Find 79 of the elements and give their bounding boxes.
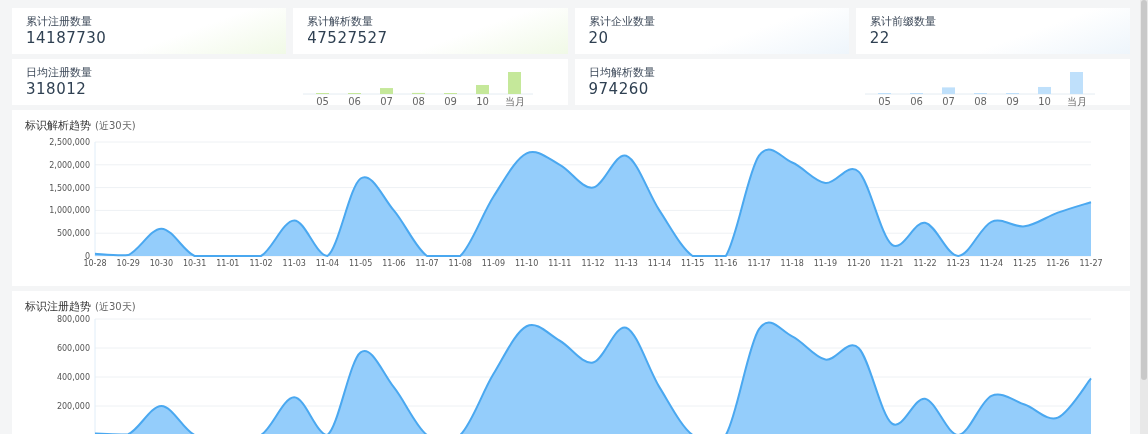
axis-label: 08	[411, 96, 425, 107]
axis-label: 05	[878, 96, 891, 107]
axis-label: 11-22	[913, 259, 937, 268]
axis-label: 11-27	[1079, 259, 1103, 268]
axis-label: 11-04	[315, 259, 339, 268]
axis-label: 当月	[504, 96, 524, 107]
scrollbar[interactable]	[1140, 0, 1148, 434]
bar	[1038, 86, 1051, 94]
axis-label: 10-30	[149, 259, 173, 268]
axis-label: 11-16	[714, 259, 738, 268]
axis-label: 800,000	[56, 315, 90, 324]
axis-label: 600,000	[56, 344, 90, 353]
axis-label: 11-20	[846, 259, 871, 268]
axis-label: 1,000,000	[49, 206, 90, 216]
axis-label: 09	[443, 96, 457, 107]
stat-label: 日均注册数量	[26, 65, 92, 79]
stat-value: 318012	[26, 79, 88, 99]
axis-label: 11-23	[946, 259, 970, 268]
axis-label: 11-11	[548, 259, 572, 268]
axis-label: 11-12	[581, 259, 605, 268]
axis-label: 06	[347, 96, 361, 107]
axis-label: 11-13	[614, 259, 638, 268]
axis-label: 11-02	[249, 259, 273, 268]
bar	[507, 72, 521, 94]
axis-label: 10-28	[83, 259, 107, 268]
axis-label: 11-14	[647, 259, 672, 268]
chart-note: (近30天)	[95, 119, 136, 133]
axis-label: 10	[475, 96, 489, 107]
axis-label: 2,500,000	[49, 138, 90, 147]
stat-label: 累计前缀数量	[869, 14, 937, 28]
chart-title: 标识解析趋势	[25, 118, 91, 133]
stat-value: 974260	[588, 79, 650, 99]
axis-label: 400,000	[56, 373, 90, 382]
axis-label: 0	[84, 252, 90, 261]
bar	[942, 87, 955, 94]
axis-label: 11-19	[813, 259, 838, 268]
axis-label: 07	[379, 96, 393, 107]
axis-label: 05	[315, 96, 329, 107]
scrollbar-thumb[interactable]	[1141, 0, 1147, 380]
stat-label: 累计注册数量	[26, 14, 93, 28]
axis-label: 200,000	[56, 402, 90, 411]
bar	[379, 88, 393, 94]
stat-label: 日均解析数量	[588, 65, 655, 79]
axis-label: 11-08	[448, 259, 472, 268]
stat-label: 累计解析数量	[307, 14, 375, 28]
axis-label: 10-31	[183, 259, 207, 268]
axis-label: 500,000	[56, 229, 90, 239]
axis-label: 07	[942, 96, 955, 107]
stat-value: 47527527	[307, 28, 389, 48]
chart-title: 标识注册趋势	[25, 299, 91, 314]
axis-label: 11-01	[216, 259, 240, 268]
axis-label: 11-03	[282, 259, 306, 268]
axis-label: 11-05	[349, 259, 373, 268]
axis-label: 11-06	[382, 259, 406, 268]
stat-label: 累计企业数量	[588, 14, 656, 28]
stat-value: 22	[869, 28, 891, 48]
bar	[1070, 72, 1083, 94]
axis-label: 06	[910, 96, 923, 107]
axis-label: 2,000,000	[49, 160, 90, 170]
axis-label: 11-07	[415, 259, 439, 268]
axis-label: 10-29	[116, 259, 140, 268]
axis-label: 11-10	[515, 259, 539, 268]
stat-value: 14187730	[26, 28, 108, 48]
stat-value: 20	[588, 28, 610, 48]
axis-label: 11-17	[747, 259, 771, 268]
chart-note: (近30天)	[95, 300, 136, 314]
axis-label: 08	[974, 96, 987, 107]
axis-label: 当月	[1066, 96, 1087, 107]
axis-label: 11-15	[680, 259, 705, 268]
axis-label: 11-25	[1012, 259, 1037, 268]
axis-label: 09	[1006, 96, 1019, 107]
axis-label: 11-26	[1046, 259, 1070, 268]
axis-label: 11-21	[880, 259, 904, 268]
bar	[475, 85, 489, 94]
axis-label: 1,500,000	[49, 183, 90, 193]
axis-label: 10	[1038, 96, 1051, 107]
axis-label: 11-09	[481, 259, 505, 268]
axis-label: 11-18	[780, 259, 804, 268]
axis-label: 11-24	[979, 259, 1004, 268]
